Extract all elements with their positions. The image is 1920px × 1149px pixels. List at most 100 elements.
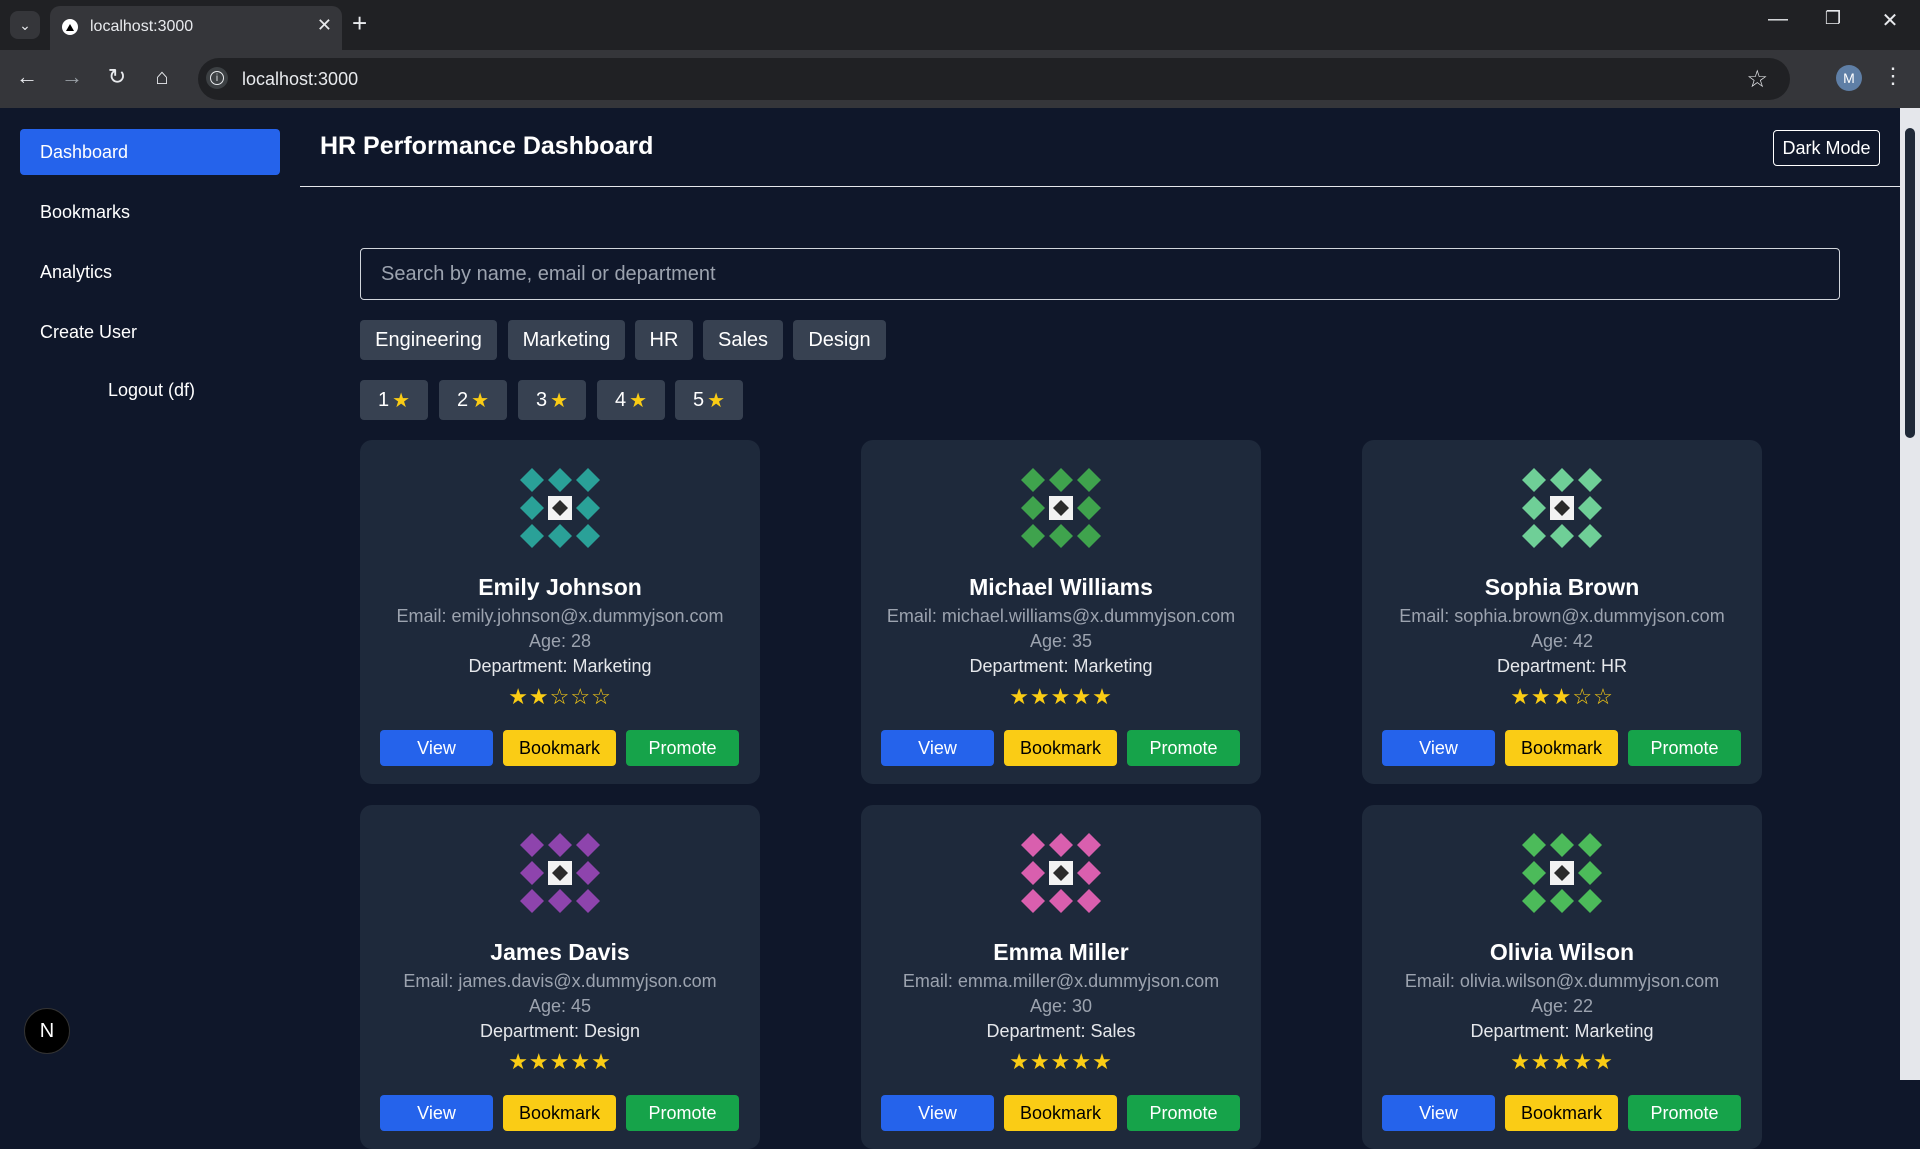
employee-name: Emily Johnson xyxy=(478,574,642,600)
restore-icon[interactable]: ❐ xyxy=(1813,8,1853,29)
employee-email: Email: sophia.brown@x.dummyjson.com xyxy=(1399,606,1725,626)
site-info-icon[interactable]: i xyxy=(206,67,228,89)
reload-icon[interactable]: ↻ xyxy=(102,64,132,90)
promote-button[interactable]: Promote xyxy=(626,1095,739,1131)
tab-close-icon[interactable]: ✕ xyxy=(317,15,332,36)
rating-stars: ★★★★★ xyxy=(508,1049,612,1074)
identicon-avatar xyxy=(1522,468,1602,548)
view-button[interactable]: View xyxy=(881,730,994,766)
rating-filter-label: 2 xyxy=(456,388,469,411)
identicon-pattern xyxy=(1021,468,1101,548)
employee-department: Department: Marketing xyxy=(1470,1021,1654,1041)
nextjs-dev-badge-icon[interactable]: N xyxy=(24,1008,70,1054)
employee-department: Department: Marketing xyxy=(468,656,652,676)
employee-age: Age: 35 xyxy=(1029,631,1093,651)
employee-department: Department: Sales xyxy=(986,1021,1136,1041)
rating-stars: ★★★☆☆ xyxy=(1510,684,1614,709)
rating-filter-label: 1 xyxy=(377,388,390,411)
filter-engineering[interactable]: Engineering xyxy=(360,320,497,360)
identicon-avatar xyxy=(1021,468,1101,548)
star-icon: ★ xyxy=(550,389,569,412)
identicon-avatar xyxy=(1522,833,1602,913)
identicon-pattern xyxy=(1522,833,1602,913)
promote-button[interactable]: Promote xyxy=(1127,730,1240,766)
address-bar[interactable]: i localhost:3000 ☆ xyxy=(198,58,1790,100)
view-button[interactable]: View xyxy=(881,1095,994,1131)
rating-stars: ★★★★★ xyxy=(1009,1049,1113,1074)
minimize-icon[interactable]: — xyxy=(1758,8,1798,31)
filter-design[interactable]: Design xyxy=(793,320,886,360)
new-tab-plus-icon[interactable]: + xyxy=(352,8,367,39)
promote-button[interactable]: Promote xyxy=(1628,1095,1741,1131)
employee-email: Email: emily.johnson@x.dummyjson.com xyxy=(396,606,724,626)
profile-avatar[interactable]: M xyxy=(1836,65,1862,91)
employee-department: Department: Design xyxy=(479,1021,641,1041)
sidebar-item-bookmarks[interactable]: Bookmarks xyxy=(20,189,280,235)
bookmark-star-icon[interactable]: ☆ xyxy=(1746,65,1768,94)
bookmark-button[interactable]: Bookmark xyxy=(1505,1095,1618,1131)
rating-stars: ★★☆☆☆ xyxy=(508,684,612,709)
tab-search-chevron-icon[interactable]: ⌄ xyxy=(10,11,40,39)
employee-card: Sophia Brown Email: sophia.brown@x.dummy… xyxy=(1362,440,1762,784)
bookmark-button[interactable]: Bookmark xyxy=(503,1095,616,1131)
identicon-avatar xyxy=(520,468,600,548)
employee-card: James Davis Email: james.davis@x.dummyjs… xyxy=(360,805,760,1149)
filter-hr[interactable]: HR xyxy=(635,320,693,360)
rating-filter-3[interactable]: 3 ★ xyxy=(518,380,586,420)
star-icon: ★ xyxy=(471,389,490,412)
view-button[interactable]: View xyxy=(1382,730,1495,766)
app-root: Dashboard Bookmarks Analytics Create Use… xyxy=(0,108,1920,1149)
browser-toolbar: ← → ↻ ⌂ i localhost:3000 ☆ M ⋮ xyxy=(0,50,1920,108)
sidebar-item-analytics[interactable]: Analytics xyxy=(20,249,280,295)
dark-mode-button[interactable]: Dark Mode xyxy=(1773,130,1880,166)
sidebar: Dashboard Bookmarks Analytics Create Use… xyxy=(0,108,300,1080)
filter-marketing[interactable]: Marketing xyxy=(508,320,625,360)
bookmark-button[interactable]: Bookmark xyxy=(1004,730,1117,766)
search-input[interactable] xyxy=(360,248,1840,300)
employee-name: James Davis xyxy=(490,939,630,965)
employee-name: Michael Williams xyxy=(969,574,1153,600)
vercel-favicon-icon xyxy=(62,19,78,35)
sidebar-item-dashboard[interactable]: Dashboard xyxy=(20,129,280,175)
window-close-icon[interactable]: ✕ xyxy=(1870,8,1910,33)
employee-age: Age: 42 xyxy=(1530,631,1594,651)
promote-button[interactable]: Promote xyxy=(1628,730,1741,766)
rating-filter-2[interactable]: 2 ★ xyxy=(439,380,507,420)
rating-filter-label: 4 xyxy=(614,388,627,411)
employee-name: Olivia Wilson xyxy=(1489,939,1635,965)
browser-tab[interactable]: localhost:3000 ✕ xyxy=(50,6,342,50)
tab-title: localhost:3000 xyxy=(90,18,194,35)
forward-arrow-icon[interactable]: → xyxy=(57,64,87,90)
star-icon: ★ xyxy=(707,389,726,412)
identicon-avatar xyxy=(520,833,600,913)
view-button[interactable]: View xyxy=(1382,1095,1495,1131)
url-text[interactable]: localhost:3000 xyxy=(242,69,358,90)
logout-button[interactable]: Logout (df) xyxy=(108,380,195,401)
rating-filter-4[interactable]: 4 ★ xyxy=(597,380,665,420)
employee-age: Age: 28 xyxy=(528,631,592,651)
rating-filter-5[interactable]: 5 ★ xyxy=(675,380,743,420)
page-title: HR Performance Dashboard xyxy=(320,132,654,160)
employee-card: Olivia Wilson Email: olivia.wilson@x.dum… xyxy=(1362,805,1762,1149)
promote-button[interactable]: Promote xyxy=(626,730,739,766)
view-button[interactable]: View xyxy=(380,1095,493,1131)
home-icon[interactable]: ⌂ xyxy=(147,64,177,90)
scrollbar[interactable] xyxy=(1900,108,1920,1080)
bookmark-button[interactable]: Bookmark xyxy=(503,730,616,766)
promote-button[interactable]: Promote xyxy=(1127,1095,1240,1131)
browser-menu-icon[interactable]: ⋮ xyxy=(1882,63,1904,89)
rating-filter-1[interactable]: 1 ★ xyxy=(360,380,428,420)
star-icon: ★ xyxy=(392,389,411,412)
employee-age: Age: 30 xyxy=(1029,996,1093,1016)
sidebar-item-create-user[interactable]: Create User xyxy=(20,309,280,355)
filter-sales[interactable]: Sales xyxy=(703,320,783,360)
employee-card: Emily Johnson Email: emily.johnson@x.dum… xyxy=(360,440,760,784)
back-arrow-icon[interactable]: ← xyxy=(12,64,42,90)
bookmark-button[interactable]: Bookmark xyxy=(1004,1095,1117,1131)
view-button[interactable]: View xyxy=(380,730,493,766)
employee-age: Age: 22 xyxy=(1530,996,1594,1016)
bookmark-button[interactable]: Bookmark xyxy=(1505,730,1618,766)
employee-card: Emma Miller Email: emma.miller@x.dummyjs… xyxy=(861,805,1261,1149)
identicon-pattern xyxy=(520,833,600,913)
scrollbar-thumb[interactable] xyxy=(1905,128,1915,438)
